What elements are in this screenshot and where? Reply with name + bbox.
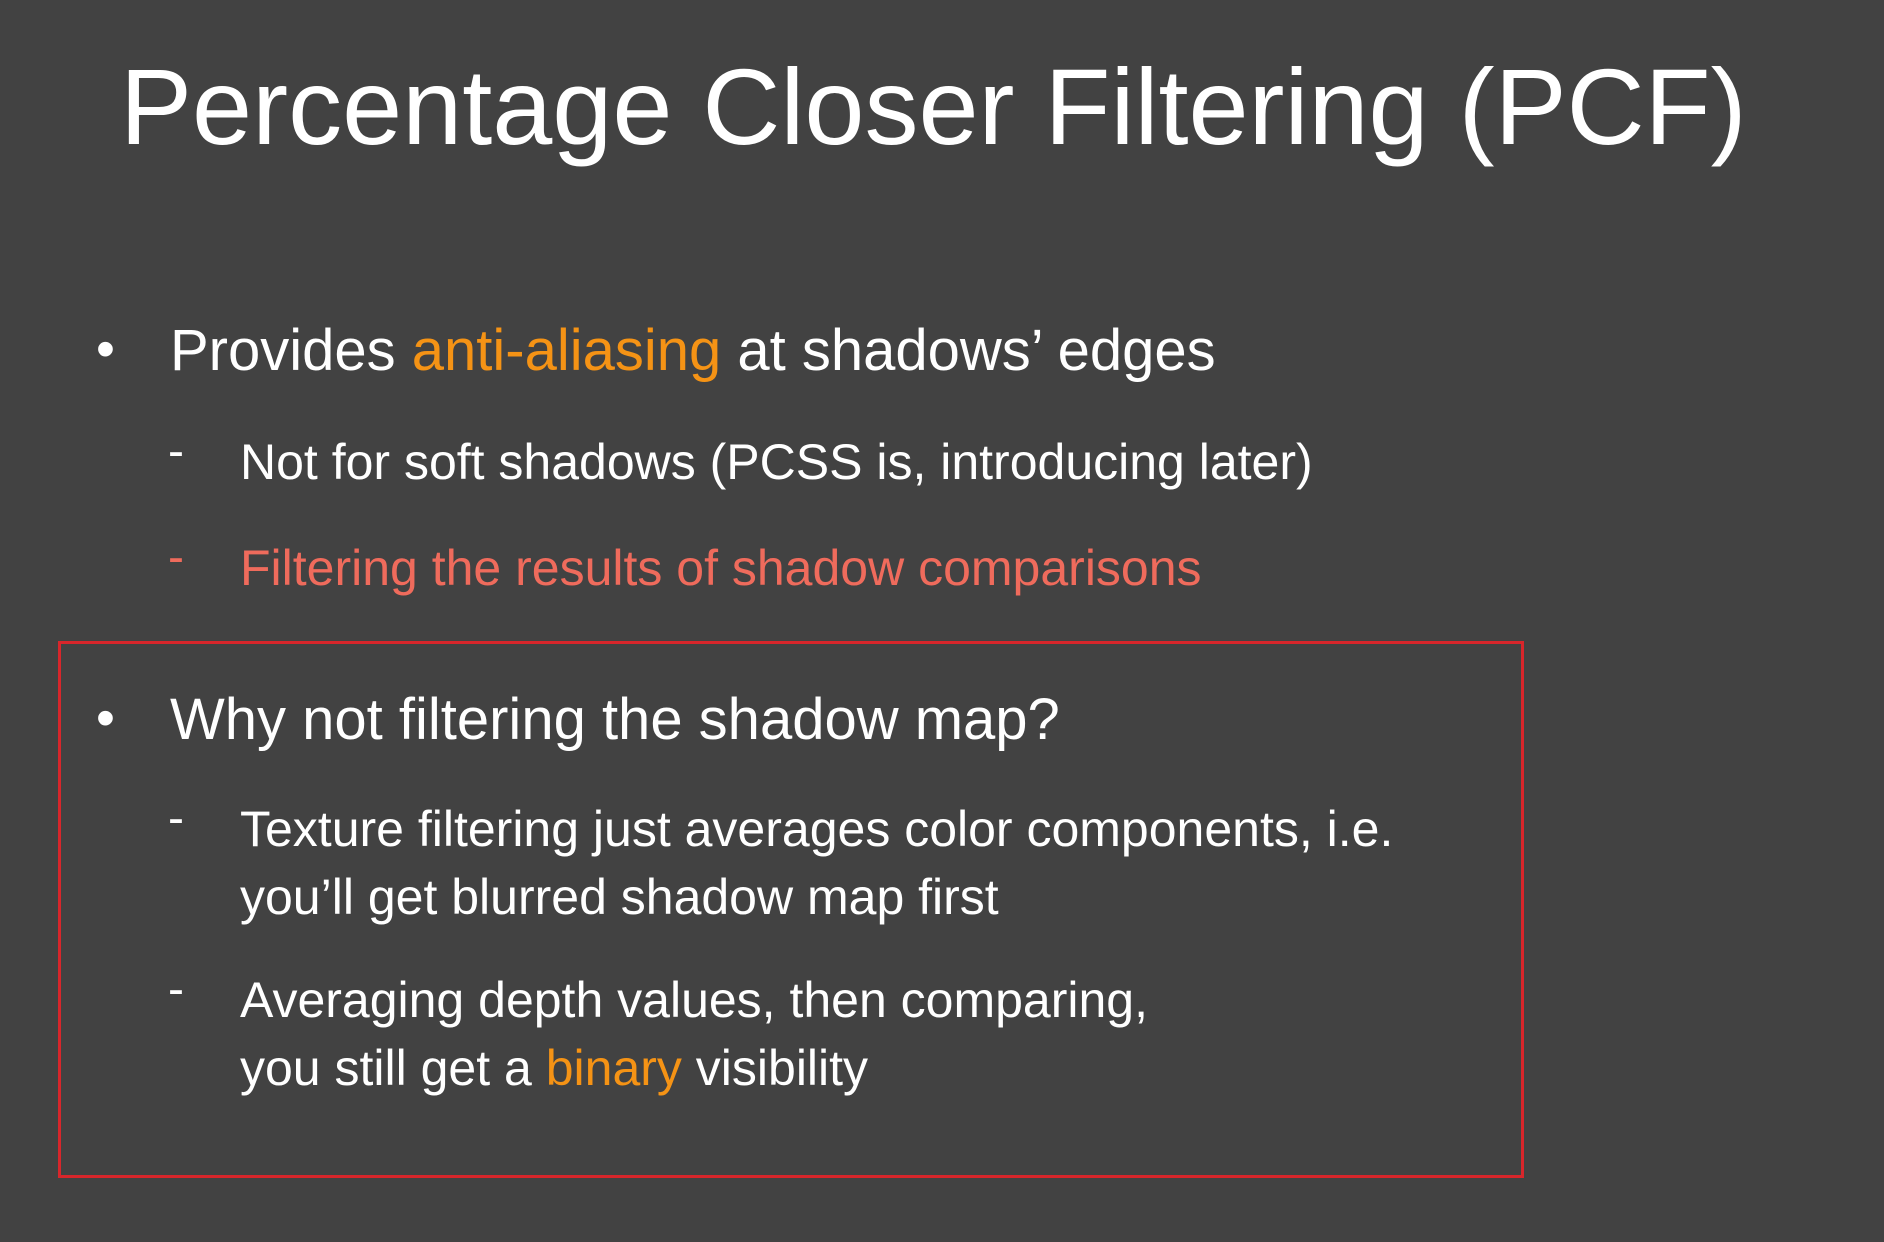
sub-text: Texture filtering just averages color co… [240, 795, 1393, 931]
sub-text-line2-post: visibility [681, 1040, 869, 1096]
sub-marker: - [168, 425, 184, 478]
sub-text-line1: Texture filtering just averages color co… [240, 801, 1394, 857]
bullet-text: Provides anti-aliasing at shadows’ edges [170, 322, 1216, 380]
sub-marker: - [168, 792, 184, 845]
sub-text-line2: you’ll get blurred shadow map first [240, 869, 999, 925]
bullet-text-pre: Provides [170, 318, 412, 383]
sub-marker: - [168, 531, 184, 584]
sub-text-line1: Averaging depth values, then comparing, [240, 972, 1149, 1028]
highlight-binary: binary [545, 1040, 682, 1096]
bullet-text: Why not filtering the shadow map? [170, 687, 1060, 752]
sub-text: Not for soft shadows (PCSS is, introduci… [240, 434, 1313, 490]
slide-title: Percentage Closer Filtering (PCF) [120, 46, 1747, 167]
sub-text-line2-pre: you still get a [240, 1040, 546, 1096]
bullet-marker: • [96, 688, 115, 748]
highlight-anti-aliasing: anti-aliasing [411, 318, 722, 383]
sub-marker: - [168, 963, 184, 1016]
sub-text: Averaging depth values, then comparing, y… [240, 966, 1148, 1102]
bullet-marker: • [96, 319, 115, 379]
sub-text: Filtering the results of shadow comparis… [240, 540, 1202, 596]
bullet-text-post: at shadows’ edges [721, 318, 1216, 383]
